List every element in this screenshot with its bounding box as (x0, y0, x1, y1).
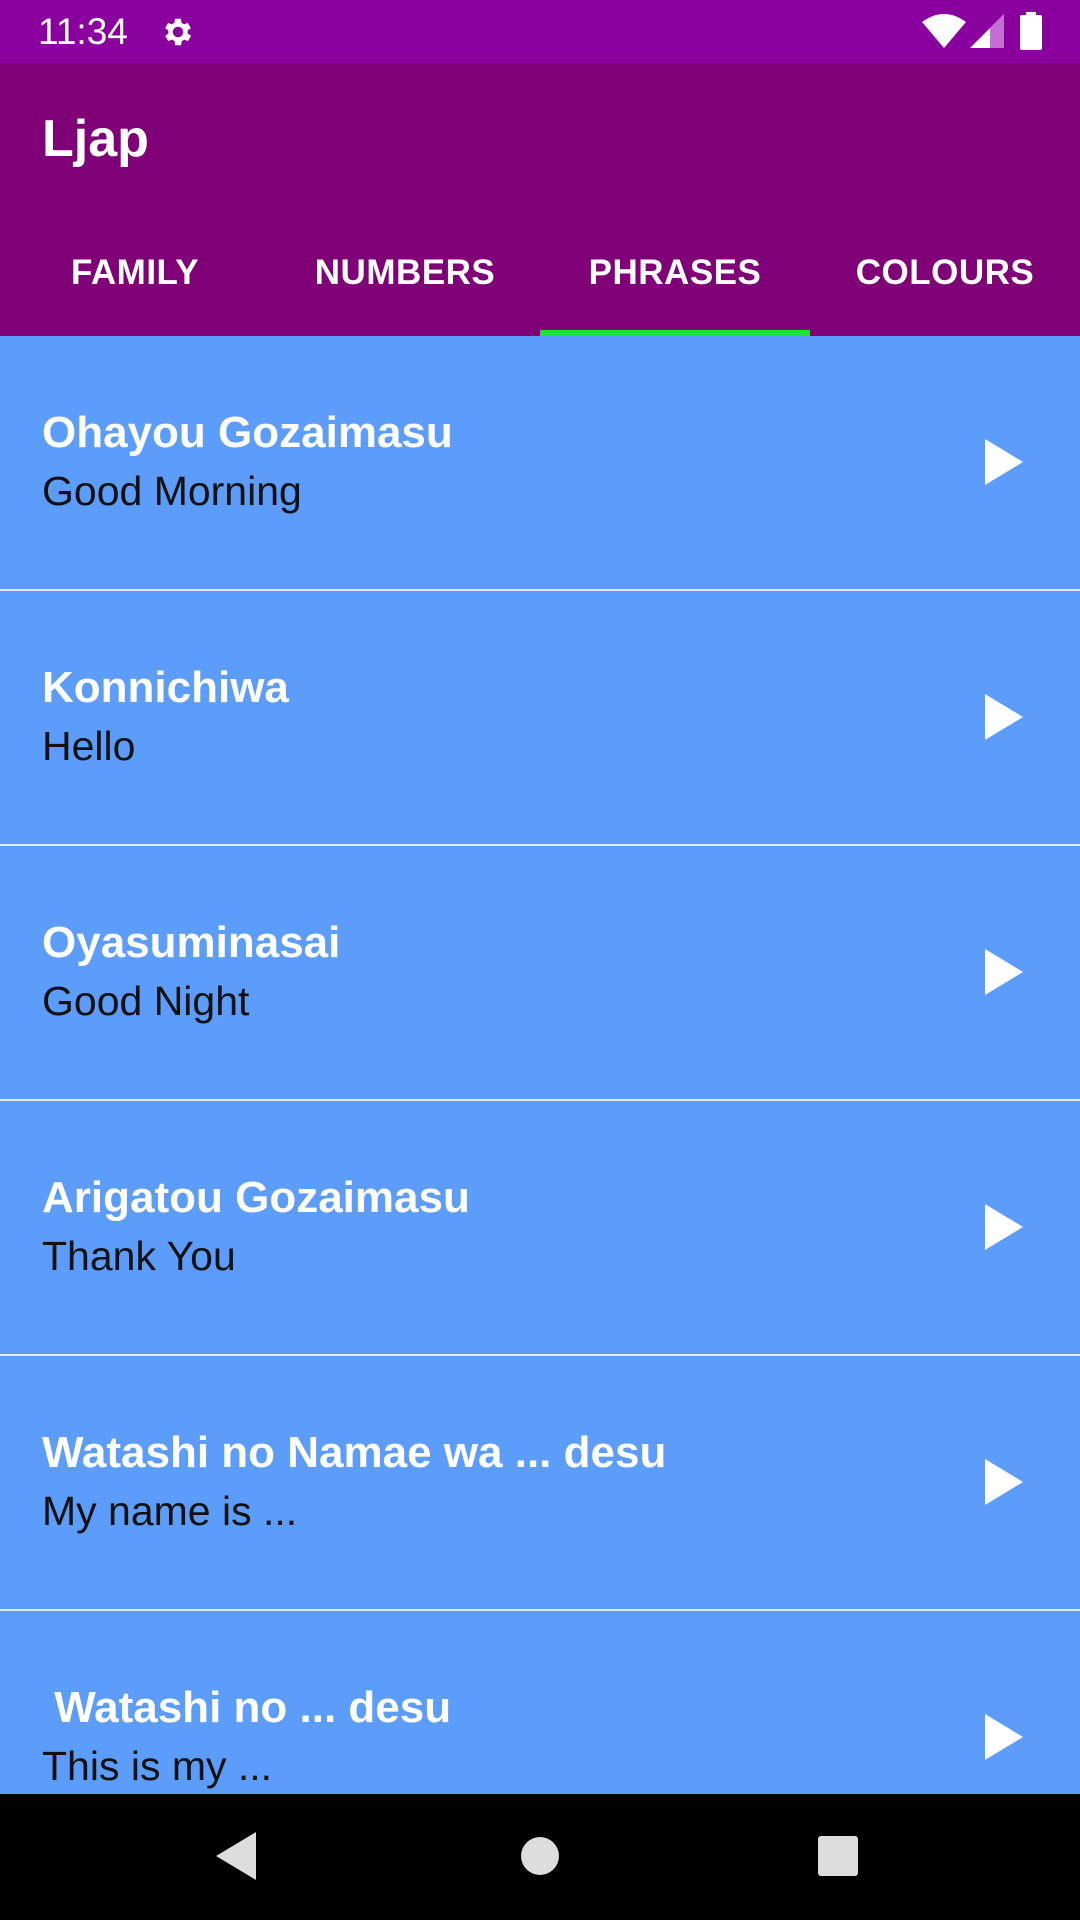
app-bar: Ljap (0, 63, 1080, 210)
phrase-english: Good Night (42, 978, 250, 1024)
list-item[interactable]: Oyasuminasai Good Night (0, 846, 1080, 1101)
play-icon[interactable] (985, 1714, 1023, 1760)
list-item[interactable]: Watashi no ... desu This is my ... (0, 1611, 1080, 1794)
tab-label: NUMBERS (314, 253, 496, 292)
phrase-list[interactable]: Ohayou Gozaimasu Good Morning Konnichiwa… (0, 336, 1080, 1794)
phrase-english: Thank You (42, 1233, 236, 1279)
play-icon[interactable] (985, 1204, 1023, 1250)
back-icon[interactable] (216, 1832, 260, 1880)
tab-phrases[interactable]: PHRASES (540, 210, 810, 336)
list-item[interactable]: Watashi no Namae wa ... desu My name is … (0, 1356, 1080, 1611)
wifi-icon (922, 14, 966, 48)
phrase-japanese: Watashi no ... desu (42, 1683, 452, 1732)
status-bar: 11:34 (0, 0, 1080, 63)
phrase-japanese: Oyasuminasai (42, 918, 341, 967)
battery-icon (1020, 12, 1042, 50)
status-time: 11:34 (38, 11, 128, 52)
play-icon[interactable] (985, 949, 1023, 995)
phrase-english: Good Morning (42, 468, 302, 514)
tab-numbers[interactable]: NUMBERS (270, 210, 540, 336)
gear-icon (165, 18, 192, 46)
play-icon[interactable] (985, 439, 1023, 485)
phrase-english: Hello (42, 723, 136, 769)
recents-icon[interactable] (818, 1836, 858, 1876)
list-item[interactable]: Arigatou Gozaimasu Thank You (0, 1101, 1080, 1356)
home-icon[interactable] (520, 1836, 560, 1876)
nav-bar (0, 1794, 1080, 1920)
phrase-japanese: Ohayou Gozaimasu (42, 408, 453, 457)
list-item[interactable]: Ohayou Gozaimasu Good Morning (0, 336, 1080, 591)
phrase-english: My name is ... (42, 1488, 298, 1534)
phrase-japanese: Watashi no Namae wa ... desu (42, 1428, 667, 1477)
tab-bar: FAMILY NUMBERS PHRASES COLOURS (0, 210, 1080, 336)
phrase-japanese: Arigatou Gozaimasu (42, 1173, 470, 1222)
list-item[interactable]: Konnichiwa Hello (0, 591, 1080, 846)
tab-family[interactable]: FAMILY (0, 210, 270, 336)
tab-colours[interactable]: COLOURS (810, 210, 1080, 336)
phrase-english: This is my ... (42, 1743, 273, 1789)
signal-icon (970, 14, 1004, 48)
tab-label: PHRASES (588, 253, 762, 292)
play-icon[interactable] (985, 694, 1023, 740)
tab-label: FAMILY (70, 253, 200, 292)
play-icon[interactable] (985, 1459, 1023, 1505)
phrase-japanese: Konnichiwa (42, 663, 289, 712)
app-title: Ljap (42, 110, 149, 168)
tab-label: COLOURS (855, 253, 1035, 292)
